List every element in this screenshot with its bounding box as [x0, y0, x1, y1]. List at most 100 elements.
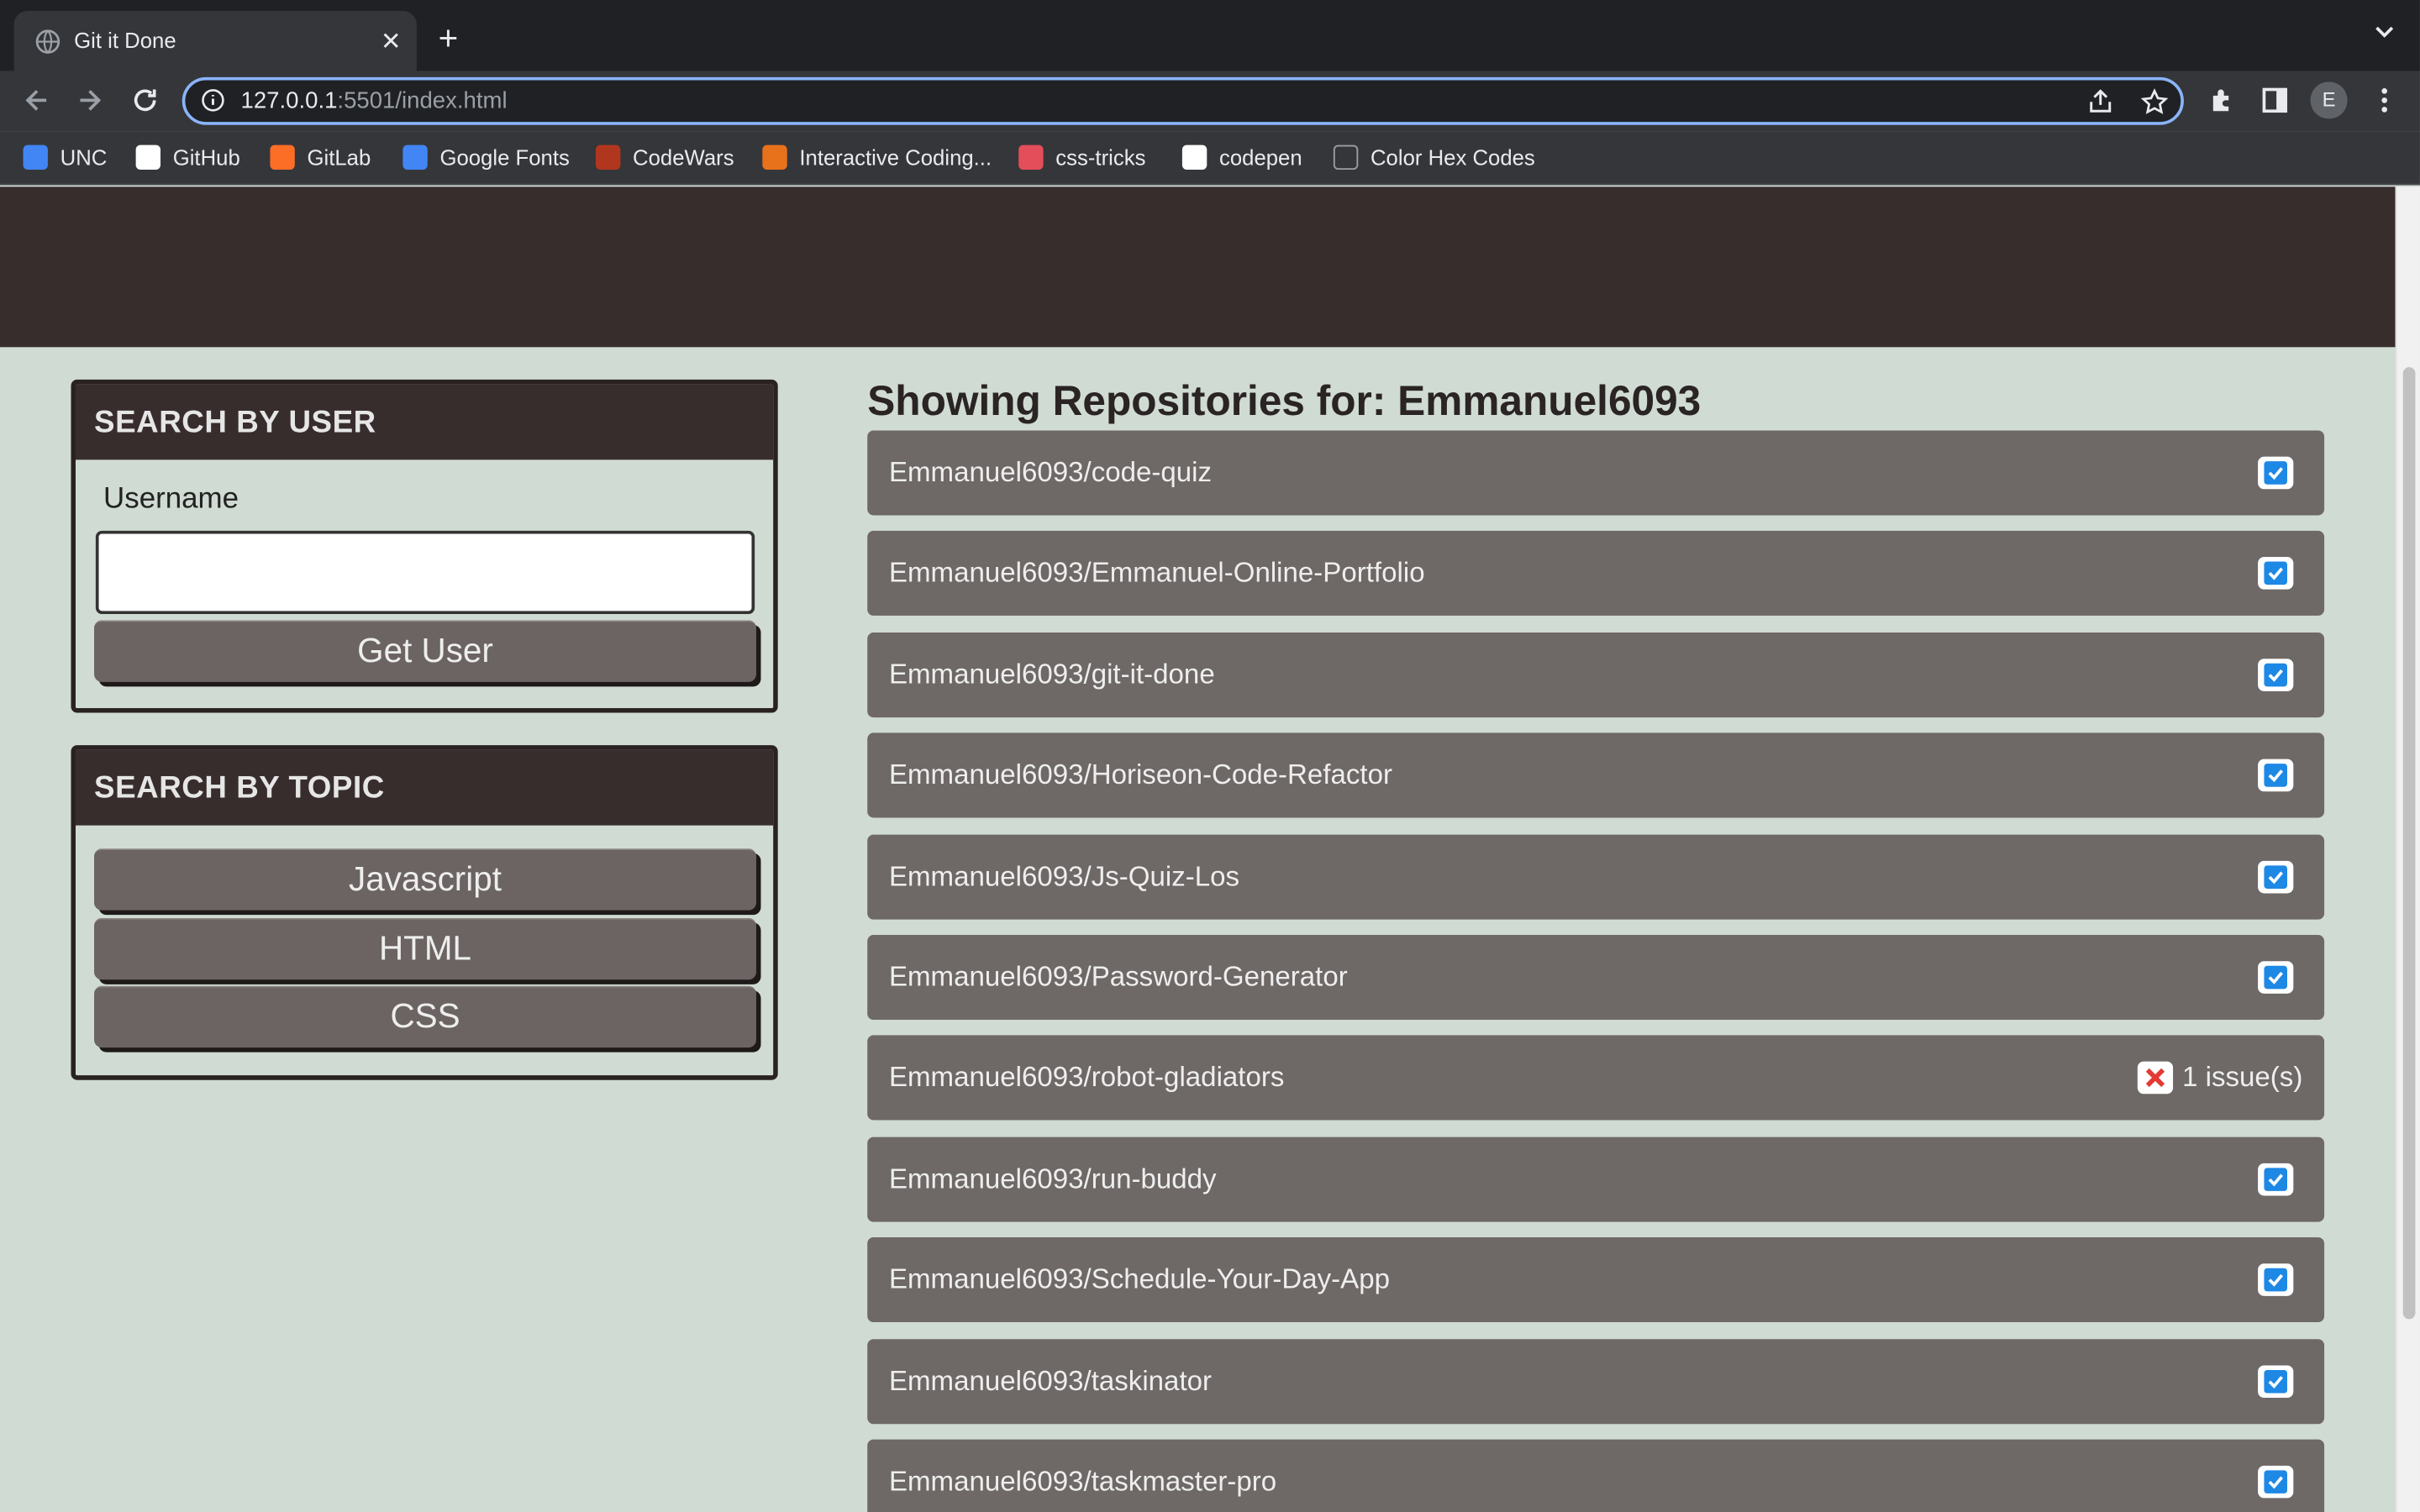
profile-avatar[interactable]: E	[2310, 81, 2348, 119]
page-viewport: SEARCH BY USER Username Get User SEARCH …	[0, 186, 2396, 1512]
issue-status: 1 issue(s)	[2137, 1062, 2303, 1095]
browser-tab[interactable]: Git it Done ✕	[13, 10, 417, 71]
side-panel-icon[interactable]	[2260, 85, 2291, 116]
bookmark-unc[interactable]: UNC	[23, 144, 108, 171]
repo-name: Emmanuel6093/run-buddy	[888, 1163, 1217, 1194]
address-bar[interactable]: 127.0.0.1:5501/index.html	[182, 76, 2184, 125]
codepen-icon	[1181, 144, 1207, 171]
github-icon	[135, 144, 161, 171]
color-hex-icon	[1333, 144, 1359, 171]
bookmark-label: Google Fonts	[439, 144, 570, 171]
repos-heading: Showing Repositories for: Emmanuel6093	[867, 377, 1702, 425]
username-label: Username	[103, 482, 239, 516]
repo-item[interactable]: Emmanuel6093/git-it-done	[867, 632, 2325, 717]
tab-close-icon[interactable]: ✕	[381, 26, 402, 57]
check-icon	[2258, 1263, 2294, 1297]
repo-name: Emmanuel6093/Js-Quiz-Los	[888, 860, 1240, 891]
share-icon[interactable]	[2086, 88, 2114, 116]
check-icon	[2258, 1465, 2294, 1499]
repo-name: Emmanuel6093/robot-gladiators	[888, 1062, 1285, 1094]
repo-item[interactable]: Emmanuel6093/taskmaster-pro	[867, 1439, 2325, 1512]
reload-icon[interactable]	[129, 85, 160, 116]
check-icon	[2258, 1364, 2294, 1398]
gitlab-icon	[270, 144, 295, 171]
bookmark-google-fonts[interactable]: Google Fonts	[402, 144, 570, 171]
tab-search-chevron-icon[interactable]	[2374, 24, 2396, 39]
repo-item[interactable]: Emmanuel6093/Password-Generator	[867, 934, 2325, 1020]
site-info-icon[interactable]	[201, 88, 225, 113]
check-icon	[2258, 860, 2294, 893]
search-by-user-card: SEARCH BY USER Username Get User	[71, 379, 778, 713]
forward-icon[interactable]	[74, 85, 105, 116]
bookmark-label: Color Hex Codes	[1370, 144, 1535, 171]
topic-css-button[interactable]: CSS	[94, 985, 756, 1048]
bookmark-interactive-coding[interactable]: Interactive Coding...	[762, 144, 992, 171]
bookmark-label: GitLab	[307, 144, 371, 171]
check-icon	[2258, 759, 2294, 792]
bookmark-label: CodeWars	[633, 144, 734, 171]
unc-icon	[23, 144, 48, 171]
check-icon	[2258, 456, 2294, 490]
repo-item[interactable]: Emmanuel6093/Emmanuel-Online-Portfolio	[867, 531, 2325, 617]
css-tricks-icon	[1018, 144, 1044, 171]
search-by-topic-header: SEARCH BY TOPIC	[75, 749, 774, 826]
repo-item[interactable]: Emmanuel6093/taskinator	[867, 1338, 2325, 1424]
repo-name: Emmanuel6093/taskinator	[888, 1364, 1213, 1396]
bookmark-css-tricks[interactable]: css-tricks	[1018, 144, 1145, 171]
bookmark-github[interactable]: GitHub	[135, 144, 240, 171]
new-tab-button[interactable]: +	[439, 21, 459, 55]
repo-item[interactable]: Emmanuel6093/run-buddy	[867, 1137, 2325, 1222]
bookmark-gitlab[interactable]: GitLab	[270, 144, 371, 171]
bookmark-star-icon[interactable]	[2140, 88, 2169, 116]
bookmark-label: GitHub	[172, 144, 240, 171]
topic-javascript-button[interactable]: Javascript	[94, 848, 756, 911]
bookmark-codepen[interactable]: codepen	[1181, 144, 1302, 171]
search-by-user-header: SEARCH BY USER	[75, 384, 774, 460]
repo-item[interactable]: Emmanuel6093/Schedule-Your-Day-App	[867, 1237, 2325, 1323]
scrollbar-thumb[interactable]	[2402, 367, 2416, 1320]
search-by-topic-card: SEARCH BY TOPIC Javascript HTML CSS	[71, 745, 778, 1080]
bookmark-color-hex[interactable]: Color Hex Codes	[1333, 144, 1535, 171]
back-icon[interactable]	[22, 85, 53, 116]
get-user-button[interactable]: Get User	[94, 620, 756, 682]
bookmark-label: UNC	[60, 144, 108, 171]
page-scrollbar[interactable]	[2395, 186, 2420, 1512]
browser-toolbar: 127.0.0.1:5501/index.html E	[0, 71, 2420, 132]
issue-count: 1 issue(s)	[2182, 1062, 2303, 1094]
more-menu-icon[interactable]	[2369, 85, 2400, 116]
hero-cropped-text	[664, 186, 1636, 190]
error-x-icon	[2137, 1062, 2174, 1095]
repo-name: Emmanuel6093/git-it-done	[888, 658, 1215, 690]
repo-name: Emmanuel6093/Password-Generator	[888, 961, 1348, 992]
username-input[interactable]	[95, 530, 755, 615]
google-fonts-icon	[402, 144, 428, 171]
topic-html-button[interactable]: HTML	[94, 917, 756, 980]
globe-icon	[35, 29, 60, 54]
check-icon	[2258, 557, 2294, 591]
bookmark-codewars[interactable]: CodeWars	[595, 144, 734, 171]
repo-name: Emmanuel6093/code-quiz	[888, 456, 1213, 488]
repo-item[interactable]: Emmanuel6093/code-quiz	[867, 430, 2325, 516]
bookmark-label: Interactive Coding...	[799, 144, 992, 171]
check-icon	[2258, 658, 2294, 691]
bookmark-label: css-tricks	[1055, 144, 1146, 171]
repo-item[interactable]: Emmanuel6093/Horiseon-Code-Refactor	[867, 732, 2325, 818]
tab-title: Git it Done	[74, 28, 176, 53]
page-hero-header	[0, 186, 2396, 348]
bookmarks-bar: UNC GitHub GitLab Google Fonts CodeWars Inter…	[0, 131, 2420, 186]
repo-name: Emmanuel6093/Horiseon-Code-Refactor	[888, 759, 1393, 790]
repo-item[interactable]: Emmanuel6093/robot-gladiators 1 issue(s)	[867, 1036, 2325, 1121]
screen: Git it Done ✕ + 127.0.0.1:5501/index.htm…	[0, 0, 2420, 1512]
check-icon	[2258, 1163, 2294, 1195]
url-text: 127.0.0.1:5501/index.html	[240, 87, 508, 114]
repo-name: Emmanuel6093/Emmanuel-Online-Portfolio	[888, 557, 1425, 589]
interactive-coding-icon	[762, 144, 787, 171]
repo-list: Emmanuel6093/code-quiz Emmanuel6093/Emman…	[867, 430, 2325, 1512]
extensions-icon[interactable]	[2207, 85, 2238, 116]
repo-name: Emmanuel6093/Schedule-Your-Day-App	[888, 1263, 1391, 1295]
repo-name: Emmanuel6093/taskmaster-pro	[888, 1465, 1277, 1497]
bookmark-label: codepen	[1218, 144, 1302, 171]
repo-item[interactable]: Emmanuel6093/Js-Quiz-Los	[867, 833, 2325, 919]
codewars-icon	[595, 144, 621, 171]
browser-tab-bar: Git it Done ✕ +	[0, 0, 2420, 71]
